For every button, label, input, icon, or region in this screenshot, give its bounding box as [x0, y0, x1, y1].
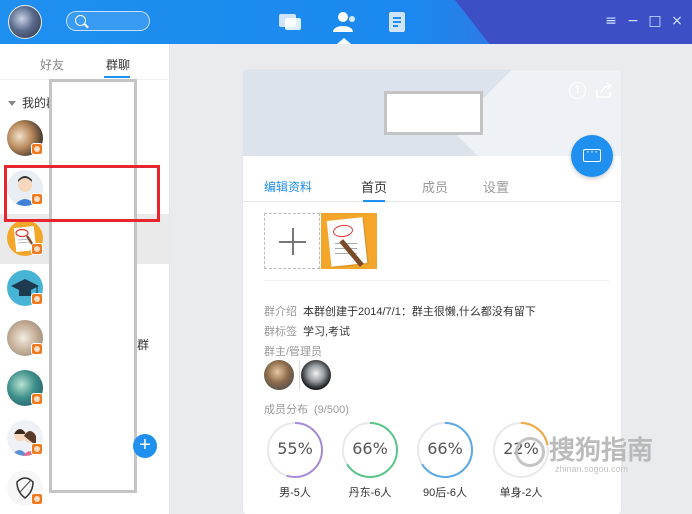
search-icon [75, 15, 86, 26]
group-badge-icon [31, 143, 43, 155]
contacts-icon[interactable] [330, 9, 358, 35]
admins-label: 群主/管理员 [264, 346, 323, 358]
tags-label: 群标签 [264, 326, 297, 338]
chat-bubble-icon [583, 144, 601, 162]
message-icon[interactable] [276, 9, 304, 35]
tab-groups[interactable]: 群聊 [106, 56, 130, 73]
sidebar-tabs: 好友 群聊 [0, 44, 170, 80]
tab-home[interactable]: 首页 [361, 177, 387, 196]
watermark-url: zhinan.sogou.com [555, 464, 629, 474]
collapse-triangle-icon [8, 101, 16, 107]
stat-percent: 66% [352, 439, 388, 458]
watermark: 搜狗指南 zhinan.sogou.com [515, 430, 680, 474]
close-icon[interactable]: × [668, 12, 686, 30]
admin-avatar[interactable] [301, 360, 331, 390]
group-banner: ! [243, 70, 621, 156]
stat-gender: 55% 男-5人 [265, 420, 325, 500]
divider [264, 280, 609, 281]
group-badge-icon [31, 493, 43, 505]
user-avatar[interactable] [8, 5, 42, 39]
share-icon[interactable] [595, 82, 613, 99]
distribution-count: (9/500) [314, 404, 349, 416]
group-badge-icon [31, 443, 43, 455]
stat-percent: 66% [427, 439, 463, 458]
apps-icon[interactable] [384, 9, 412, 35]
card-tabs: 编辑资料 首页 成员 设置 [243, 172, 621, 202]
admin-avatar[interactable] [264, 360, 294, 390]
group-badge-icon [31, 293, 43, 305]
stat-label: 丹东-6人 [348, 487, 392, 499]
stat-region: 66% 丹东-6人 [340, 420, 400, 500]
menu-icon[interactable]: ≡ [602, 12, 620, 30]
group-photo-redacted [384, 91, 483, 135]
watermark-text: 搜狗指南 [549, 435, 654, 465]
search-input[interactable] [66, 11, 150, 31]
group-badge-icon [31, 393, 43, 405]
group-chat-button[interactable] [571, 135, 613, 177]
group-intro: 群介绍 本群创建于2014/7/1：群主很懒,什么都没有留下 [264, 303, 536, 319]
title-bar: ≡ − □ × [0, 0, 692, 44]
tab-active-underline [104, 76, 130, 78]
info-icon[interactable]: ! [569, 82, 586, 99]
intro-value: 本群创建于2014/7/1：群主很懒,什么都没有留下 [303, 306, 536, 318]
tab-settings[interactable]: 设置 [483, 177, 509, 196]
add-group-button[interactable]: + [133, 434, 157, 458]
group-badge-icon [31, 343, 43, 355]
tab-active-underline [363, 200, 385, 202]
add-file-button[interactable] [264, 213, 320, 269]
tags-value: 学习,考试 [303, 326, 351, 338]
stat-age: 66% 90后-6人 [415, 420, 475, 500]
member-distribution: 成员分布 (9/500) [264, 401, 355, 417]
admins-section: 群主/管理员 [264, 343, 328, 359]
nav-active-indicator [337, 38, 351, 44]
watermark-logo-icon [515, 437, 545, 468]
distribution-label: 成员分布 [264, 404, 308, 416]
shared-file-thumbnail[interactable] [321, 213, 377, 269]
stat-label: 男-5人 [279, 487, 311, 499]
intro-label: 群介绍 [264, 306, 297, 318]
stat-percent: 55% [277, 439, 313, 458]
tab-members[interactable]: 成员 [422, 177, 448, 196]
edit-profile-link[interactable]: 编辑资料 [264, 178, 312, 195]
maximize-icon[interactable]: □ [646, 12, 664, 30]
selection-highlight [4, 165, 160, 222]
redaction-box [49, 79, 137, 493]
stat-label: 单身-2人 [499, 487, 543, 499]
stat-label: 90后-6人 [422, 487, 468, 499]
tab-friends[interactable]: 好友 [40, 56, 64, 73]
minimize-icon[interactable]: − [624, 12, 642, 30]
group-badge-icon [31, 243, 43, 255]
group-name-fragment: 群 [137, 338, 150, 352]
group-tags: 群标签 学习,考试 [264, 323, 350, 339]
